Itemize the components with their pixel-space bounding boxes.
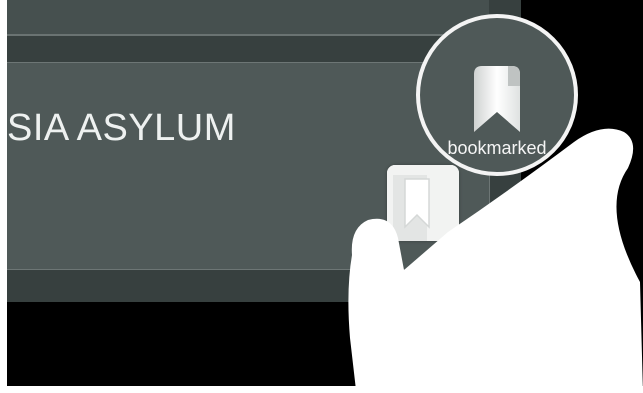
frame-bottom-edge: [0, 386, 643, 393]
hand-gesture: [348, 128, 643, 393]
